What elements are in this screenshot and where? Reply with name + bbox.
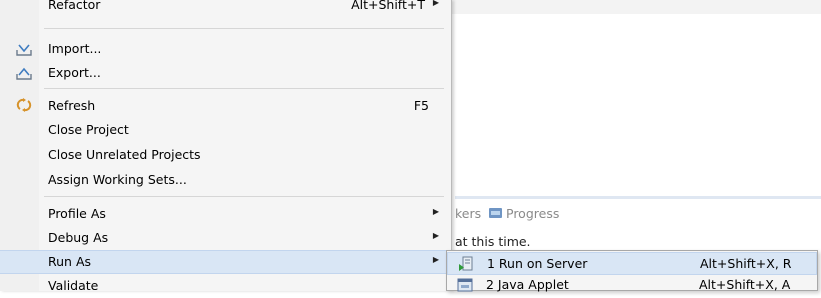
menu-item-export[interactable]: Export...: [0, 61, 451, 85]
tab-progress[interactable]: Progress: [506, 206, 559, 221]
export-icon: [16, 67, 32, 80]
menu-item-run-as[interactable]: Run As ▶: [0, 250, 451, 274]
menu-separator: [44, 196, 444, 197]
progress-icon: [489, 208, 502, 218]
progress-message: at this time.: [455, 234, 531, 249]
submenu-item-run-on-server[interactable]: 1 Run on Server Alt+Shift+X, R: [447, 252, 817, 275]
submenu-arrow-icon: ▶: [432, 207, 439, 216]
submenu-item-java-applet[interactable]: 2 Java Applet Alt+Shift+X, A: [447, 274, 817, 297]
menu-separator: [44, 88, 444, 89]
run-on-server-icon: [459, 256, 473, 271]
run-as-submenu: 1 Run on Server Alt+Shift+X, R 2 Java Ap…: [446, 250, 818, 292]
submenu-arrow-icon: ▶: [432, 255, 439, 264]
menu-item-close-unrelated-projects[interactable]: Close Unrelated Projects: [0, 143, 451, 167]
menu-separator: [44, 28, 444, 29]
menu-item-refactor[interactable]: Refactor Alt+Shift+T ▶: [0, 0, 451, 17]
import-icon: [16, 44, 32, 56]
menu-item-profile-as[interactable]: Profile As ▶: [0, 202, 451, 226]
submenu-arrow-icon: ▶: [432, 231, 439, 240]
refresh-icon: [16, 98, 32, 112]
menu-item-assign-working-sets[interactable]: Assign Working Sets...: [0, 168, 451, 192]
tab-markers[interactable]: kers: [455, 206, 481, 221]
menu-item-validate[interactable]: Validate: [0, 274, 451, 298]
submenu-arrow-icon: ▶: [432, 0, 439, 7]
menu-item-refresh[interactable]: Refresh F5: [0, 94, 451, 118]
menu-item-close-project[interactable]: Close Project: [0, 118, 451, 142]
context-menu: Refactor Alt+Shift+T ▶ Import... Export.…: [0, 0, 452, 293]
panel-divider[interactable]: [455, 196, 821, 199]
menu-item-import[interactable]: Import...: [0, 37, 451, 61]
menu-item-debug-as[interactable]: Debug As ▶: [0, 226, 451, 250]
